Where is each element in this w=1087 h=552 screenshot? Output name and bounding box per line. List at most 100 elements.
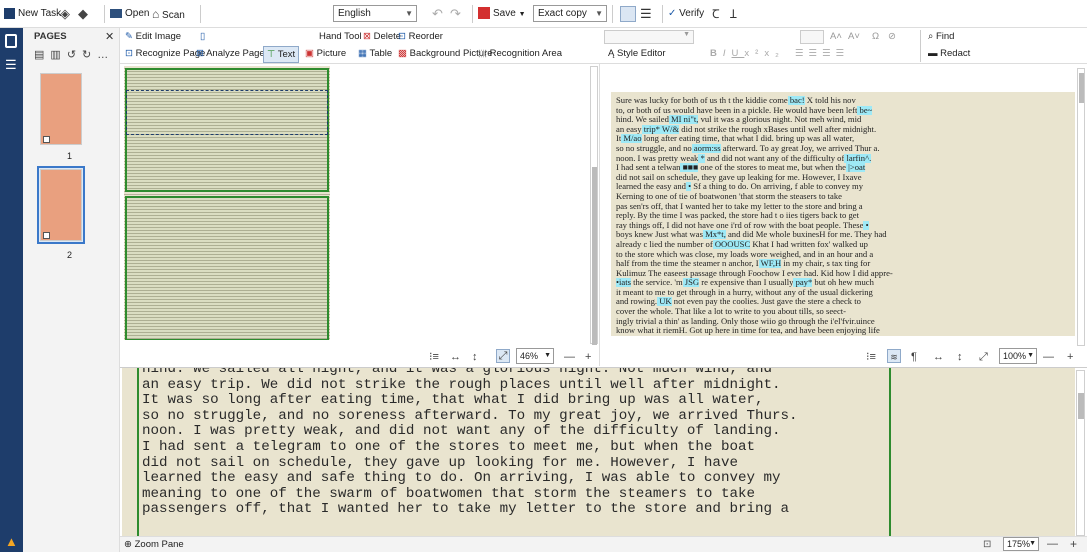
subscript-icon[interactable]: x₂ [764,48,784,59]
recognized-line[interactable]: an easy trip* W/& did not strike the rou… [616,124,1072,135]
bold-icon[interactable]: B [710,48,723,59]
table-area-button[interactable]: ▦ Table [358,47,392,61]
page-thumbnail-1[interactable] [40,73,82,145]
recognized-line[interactable]: I had sent a telwan ■■■ one of the store… [616,163,1072,173]
pilcrow-icon[interactable]: ¶ [911,350,917,364]
fit-page-icon[interactable]: ⤢ [979,350,988,364]
layers-icon[interactable]: ◈ [60,6,70,22]
recognized-line[interactable]: reply. By the time I was packed, the sto… [616,211,1072,221]
analyze-page-button[interactable]: ⊞ Analyze Page [196,47,265,61]
delete-page-icon[interactable]: ▥ [50,49,66,61]
list-icon[interactable]: ☰ [5,58,17,71]
text-scrollbar[interactable] [1077,68,1085,346]
text-area-2[interactable] [125,196,329,340]
language-select[interactable]: English ▼ [333,5,417,22]
recognized-line[interactable]: ray things off, I did not have one i'rd … [616,220,1072,231]
save-button[interactable]: Save ▼ [478,6,526,22]
zoom-in-icon[interactable]: + [585,350,591,364]
selected-area[interactable] [126,90,328,135]
recognized-line[interactable]: and rowing. UK not even pay the coolies.… [616,297,1072,307]
recognized-line[interactable]: to the store which was close, my loads w… [616,250,1072,260]
zoom-in-icon[interactable]: + [1067,350,1073,364]
undo-icon[interactable]: ↶ [432,6,443,22]
zoom-in-icon[interactable]: + [1070,537,1077,551]
recognition-area-button[interactable]: ⬚ Recognition Area [478,47,562,61]
recognized-line[interactable]: half from the time the steamer n anchor,… [616,259,1072,269]
fit-horizontal-icon[interactable]: ↔ [450,350,461,364]
zoom-out-icon[interactable]: — [564,350,575,364]
text-view-icon[interactable]: ☰ [640,6,652,22]
page-thumbnail-2-selected[interactable] [37,166,85,244]
recognized-line[interactable]: ingly trivial a thin' as landing. Only t… [616,317,1072,327]
recognized-line[interactable]: already c lied the number of OOOUSC Khat… [616,239,1072,250]
recognized-line[interactable]: Kerning to one of tie of boatwonen 'that… [616,192,1072,202]
align-left-icon[interactable]: ☰ [795,48,809,59]
align-center-icon[interactable]: ☰ [809,48,823,59]
fit-horizontal-icon[interactable]: ↔ [933,350,944,364]
page-image[interactable] [124,66,330,340]
edit-image-button[interactable]: ✎ Edit Image [125,30,181,44]
recognized-line[interactable]: hind. We sailed MI ni"t, vul it was a gl… [616,115,1072,125]
superscript-icon[interactable]: x² [744,48,764,59]
zoom-pane-zoom-select[interactable]: 175% ▼ [1003,537,1039,551]
close-icon[interactable]: ✕ [105,30,114,43]
recognized-line[interactable]: It M/ao long after eating time, that wha… [616,134,1072,144]
fit-width-icon[interactable]: ⁝≡ [429,350,439,364]
recognized-line[interactable]: noon. I was pretty weak * and did not wa… [616,153,1072,164]
recognized-text[interactable]: Sure was lucky for both of us th t the k… [616,96,1072,344]
recognize-page-button[interactable]: ⊡ Recognize Page [125,47,205,61]
font-size-select[interactable] [800,30,824,44]
open-button[interactable]: Open [110,6,149,22]
verify-button[interactable]: ✓ Verify [668,6,704,22]
fit-page-icon[interactable]: ⤢ [496,349,510,363]
fit-width-icon[interactable]: ⁝≡ [866,350,876,364]
underline-icon[interactable]: U [732,48,745,59]
italic-icon[interactable]: I [723,48,732,59]
recognized-line[interactable]: did not sail on schedule, they gave up l… [616,173,1072,183]
picture-area-button[interactable]: ▣ Picture [305,47,346,61]
zoom-out-icon[interactable]: — [1043,350,1054,364]
zoom-scrollbar[interactable] [1076,370,1085,536]
text-zoom-select[interactable]: 100% ▼ [999,348,1037,364]
text-underline-icon[interactable]: Ʇ [730,6,737,22]
style-editor-button[interactable]: Ą Style Editor [608,47,666,61]
recognized-line[interactable]: cover the whole. That like a lot to writ… [616,307,1072,317]
redo-icon[interactable]: ↷ [450,6,461,22]
reorder-button[interactable]: ⊡ Reorder [398,30,443,44]
redact-button[interactable]: ▬ Redact [928,47,970,61]
image-zoom-select[interactable]: 46% ▼ [516,348,554,364]
rotate-right-icon[interactable]: ↻ [82,49,97,61]
scan-button[interactable]: ⌂ Scan [152,6,185,22]
recognized-line[interactable]: Sure was lucky for both of us th t the k… [616,96,1072,106]
text-format-icon[interactable]: Ꞇ [712,6,720,22]
show-formatting-icon[interactable]: ≋ [887,349,901,363]
fit-vertical-icon[interactable]: ↕ [472,350,478,364]
hand-tool-button[interactable]: Hand Tool [319,30,362,44]
zoom-out-icon[interactable]: — [1047,538,1058,550]
align-right-icon[interactable]: ☰ [822,48,836,59]
recognized-line[interactable]: Kulimuz The easeest passage through Fooc… [616,269,1072,279]
layers-dropdown-icon[interactable]: ◆ [78,6,88,22]
save-mode-select[interactable]: Exact copy ▼ [533,5,607,22]
fit-vertical-icon[interactable]: ↕ [957,350,963,364]
document-icon[interactable] [5,34,17,48]
recognized-line[interactable]: pas sen'rs off, that I wanted her to tak… [616,202,1072,212]
font-grow-icon[interactable]: A˄ [830,30,842,44]
font-shrink-icon[interactable]: A˅ [848,30,860,44]
more-icon[interactable]: … [97,49,114,61]
zoomed-image[interactable]: hind. We sailed all night, and it was a … [122,368,1075,537]
text-area-button[interactable]: ⊤ Text [263,46,300,63]
image-view-icon[interactable] [620,6,636,22]
find-button[interactable]: ⌕ Find [928,30,954,44]
warning-icon[interactable]: ▲ [5,534,18,549]
link-icon[interactable]: ⊘ [888,30,896,44]
delete-button[interactable]: ⊠ Delete [363,30,401,44]
recognized-line[interactable]: learned the easy and • Sf a thing to do.… [616,182,1072,192]
recognized-line[interactable]: so no struggle, and no aorm:ss afterward… [616,143,1072,154]
omega-icon[interactable]: Ω [872,30,879,44]
new-task-button[interactable]: New Task [4,6,61,22]
font-select[interactable]: ▼ [604,30,694,44]
recognized-line[interactable]: to, or both of us would have been in a p… [616,105,1072,116]
recognized-line[interactable]: boys knew Just what was Mx*t, and did Me… [616,230,1072,240]
rotate-left-icon[interactable]: ↺ [67,49,82,61]
